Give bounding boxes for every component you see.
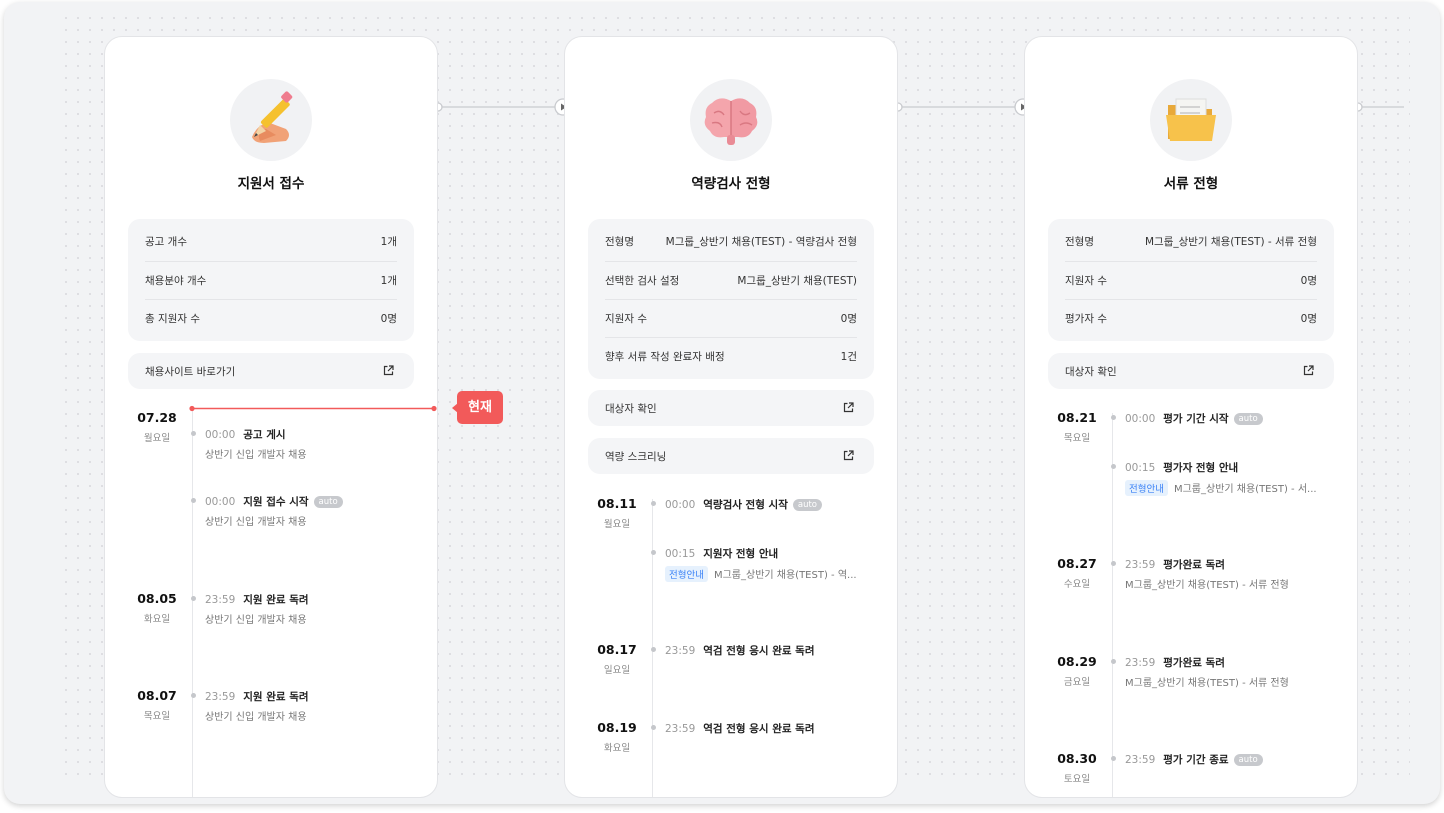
event-title: 공고 게시 [243,429,286,441]
date-label: 08.30 [1057,751,1097,766]
event-sub: 상반기 신입 개발자 채용 [205,615,307,626]
weekday-label: 수요일 [1063,579,1091,590]
auto-badge: auto [313,496,343,508]
event-sub: M그룹_상반기 채용(TEST) - 서류 전형 [1125,580,1289,591]
timeline-date: 08.07 목요일 [127,688,187,722]
date-label: 08.29 [1057,654,1097,669]
stage-card-document-review: 서류 전형 전형명 M그룹_상반기 채용(TEST) - 서류 전형 지원자 수0… [1024,36,1358,798]
event-time: 00:00 [205,429,236,441]
event-title: 역검 전형 응시 완료 독려 [703,645,815,657]
weekday-label: 목요일 [143,711,171,722]
event-time: 23:59 [1125,559,1156,571]
timeline-date: 08.19 화요일 [587,720,647,754]
stage-timeline: 08.11 월요일 00:00 역량검사 전형 시작 auto 00:15 지원자 전형… [565,37,897,797]
date-label: 08.05 [137,591,177,606]
auto-badge: auto [792,499,822,511]
timeline-date: 08.17 일요일 [587,642,647,676]
timeline-date: 08.30 토요일 [1047,751,1107,785]
stage-notice-tag: 전형안내 [1125,480,1168,496]
weekday-label: 월요일 [143,433,171,444]
stage-notice-tag: 전형안내 [665,566,708,582]
weekday-label: 토요일 [1063,774,1091,785]
event-time: 23:59 [665,645,696,657]
current-indicator-line [189,405,437,412]
event-time: 23:59 [205,594,236,606]
timeline-date: 08.05 화요일 [127,591,187,625]
event-sub: 상반기 신입 개발자 채용 [205,712,307,723]
event-time: 00:15 [665,548,696,560]
stage-card-application: 지원서 접수 공고 개수 1개 채용분야 개수 1개 총 지원자 수 0명 채용사이트… [104,36,438,798]
event-sub: M그룹_상반기 채용(TEST) - 서... [1173,484,1317,495]
auto-badge: auto [1233,754,1263,766]
date-label: 08.19 [597,720,637,735]
stage-card-competency-test: 역량검사 전형 전형명 M그룹_상반기 채용(TEST) - 역량검사 전형 선택… [564,36,898,798]
event-title: 역검 전형 응시 완료 독려 [703,723,815,735]
date-label: 08.21 [1057,410,1097,425]
event-time: 23:59 [205,691,236,703]
weekday-label: 목요일 [1063,433,1091,444]
event-sub: M그룹_상반기 채용(TEST) - 역... [713,570,857,581]
event-title: 지원 완료 독려 [243,594,309,606]
event-title: 평가 기간 시작 [1163,413,1229,425]
event-title: 평가완료 독려 [1163,657,1225,669]
event-time: 00:00 [1125,413,1156,425]
auto-badge: auto [1233,413,1263,425]
date-label: 08.17 [597,642,637,657]
timeline-date: 08.21 목요일 [1047,410,1107,444]
event-title: 지원 접수 시작 [243,496,309,508]
event-title: 평가완료 독려 [1163,559,1225,571]
event-sub: M그룹_상반기 채용(TEST) - 서류 전형 [1125,678,1289,689]
stage-timeline: 08.21 목요일 00:00 평가 기간 시작 auto 00:15 평가자 전형 안… [1025,37,1357,797]
timeline-date: 08.27 수요일 [1047,556,1107,590]
date-label: 08.07 [137,688,177,703]
event-time: 00:15 [1125,462,1156,474]
weekday-label: 일요일 [603,665,631,676]
event-time: 23:59 [1125,754,1156,766]
date-label: 08.11 [597,496,637,511]
event-time: 23:59 [665,723,696,735]
timeline-date: 08.11 월요일 [587,496,647,530]
event-title: 평가 기간 종료 [1163,754,1229,766]
event-time: 00:00 [665,499,696,511]
event-title: 지원자 전형 안내 [703,548,779,560]
timeline-date: 07.28 월요일 [127,410,187,444]
date-label: 08.27 [1057,556,1097,571]
event-title: 역량검사 전형 시작 [703,499,788,511]
date-label: 07.28 [137,410,177,425]
event-time: 00:00 [205,496,236,508]
event-title: 지원 완료 독려 [243,691,309,703]
weekday-label: 화요일 [603,743,631,754]
workflow-canvas: 지원서 접수 공고 개수 1개 채용분야 개수 1개 총 지원자 수 0명 채용사이트… [4,2,1440,804]
weekday-label: 금요일 [1063,677,1091,688]
timeline-date: 08.29 금요일 [1047,654,1107,688]
stage-timeline: 07.28 월요일 00:00 공고 게시 상반기 신입 개발자 채용 00:00 지원… [105,37,437,797]
event-title: 평가자 전형 안내 [1163,462,1239,474]
event-time: 23:59 [1125,657,1156,669]
event-sub: 상반기 신입 개발자 채용 [205,450,307,461]
current-marker: 현재 [452,391,503,424]
weekday-label: 월요일 [603,519,631,530]
event-sub: 상반기 신입 개발자 채용 [205,517,307,528]
weekday-label: 화요일 [143,614,171,625]
